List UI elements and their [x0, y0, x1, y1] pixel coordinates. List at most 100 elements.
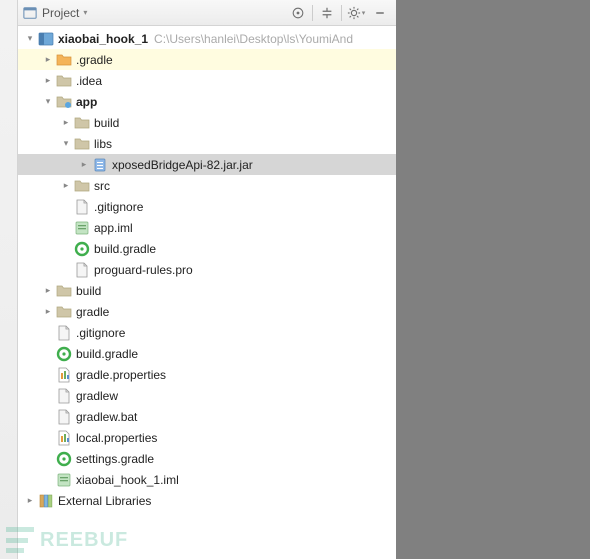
- tree-row[interactable]: ▸ gradle: [18, 301, 396, 322]
- panel-toolbar: Project ▾ ▾: [18, 0, 396, 26]
- tree-row[interactable]: ▸ build: [18, 112, 396, 133]
- editor-empty-area: [396, 0, 590, 559]
- tree-row[interactable]: ▸ build: [18, 280, 396, 301]
- tree-row[interactable]: gradlew: [18, 385, 396, 406]
- tree-item-label: gradlew: [76, 389, 118, 403]
- arrow-placeholder: [60, 201, 72, 213]
- jar-icon: [92, 157, 108, 173]
- arrow-placeholder: [42, 474, 54, 486]
- tree-row[interactable]: .gitignore: [18, 322, 396, 343]
- arrow-placeholder: [42, 327, 54, 339]
- tree-row[interactable]: proguard-rules.pro: [18, 259, 396, 280]
- props-icon: [56, 430, 72, 446]
- chevron-down-icon[interactable]: ▾: [42, 96, 54, 108]
- file-icon: [56, 388, 72, 404]
- props-icon: [56, 367, 72, 383]
- folder-orange-icon: [56, 52, 72, 68]
- toolbar-separator: [341, 5, 342, 21]
- chevron-down-icon[interactable]: ▾: [24, 33, 36, 45]
- tree-item-label: app.iml: [94, 221, 133, 235]
- folder-icon: [56, 73, 72, 89]
- project-tree[interactable]: ▾ xiaobai_hook_1 C:\Users\hanlei\Desktop\l…: [18, 26, 396, 559]
- arrow-placeholder: [42, 390, 54, 402]
- chevron-right-icon[interactable]: ▸: [42, 54, 54, 66]
- chevron-right-icon[interactable]: ▸: [42, 75, 54, 87]
- tree-row[interactable]: ▸ xposedBridgeApi-82.jar.jar: [18, 154, 396, 175]
- arrow-placeholder: [42, 453, 54, 465]
- iml-icon: [56, 472, 72, 488]
- folder-icon: [74, 178, 90, 194]
- module-icon: [38, 31, 54, 47]
- settings-button[interactable]: ▾: [344, 3, 368, 23]
- gradle-icon: [56, 346, 72, 362]
- tree-row[interactable]: build.gradle: [18, 238, 396, 259]
- tree-row[interactable]: ▸ .gradle: [18, 49, 396, 70]
- toolbar-separator: [312, 5, 313, 21]
- tree-row[interactable]: ▸ External Libraries: [18, 490, 396, 511]
- arrow-placeholder: [60, 222, 72, 234]
- left-tool-gutter[interactable]: [0, 0, 18, 559]
- tree-row[interactable]: ▸ .idea: [18, 70, 396, 91]
- chevron-right-icon[interactable]: ▸: [42, 285, 54, 297]
- tree-item-label: settings.gradle: [76, 452, 154, 466]
- tree-item-label: gradle.properties: [76, 368, 166, 382]
- chevron-right-icon[interactable]: ▸: [78, 159, 90, 171]
- tree-item-label: proguard-rules.pro: [94, 263, 193, 277]
- tree-row[interactable]: ▾ app: [18, 91, 396, 112]
- tree-item-label: xiaobai_hook_1: [58, 32, 148, 46]
- tree-item-label: local.properties: [76, 431, 157, 445]
- view-selector-label[interactable]: Project: [42, 6, 79, 20]
- chevron-right-icon[interactable]: ▸: [42, 306, 54, 318]
- chevron-down-icon[interactable]: ▾: [60, 138, 72, 150]
- tree-row[interactable]: ▾ libs: [18, 133, 396, 154]
- tree-row[interactable]: settings.gradle: [18, 448, 396, 469]
- chevron-right-icon[interactable]: ▸: [24, 495, 36, 507]
- folder-icon: [74, 136, 90, 152]
- tree-item-label: build.gradle: [76, 347, 138, 361]
- chevron-right-icon[interactable]: ▸: [60, 117, 72, 129]
- collapse-all-button[interactable]: [315, 3, 339, 23]
- tree-item-label: .gradle: [76, 53, 113, 67]
- folder-mod-icon: [56, 94, 72, 110]
- tree-item-label: xposedBridgeApi-82.jar.jar: [112, 158, 253, 172]
- tree-item-label: libs: [94, 137, 112, 151]
- tree-row[interactable]: .gitignore: [18, 196, 396, 217]
- arrow-placeholder: [60, 243, 72, 255]
- gradle-icon: [56, 451, 72, 467]
- tree-item-label: .gitignore: [76, 326, 125, 340]
- arrow-placeholder: [60, 264, 72, 276]
- tree-row[interactable]: ▾ xiaobai_hook_1 C:\Users\hanlei\Desktop\l…: [18, 28, 396, 49]
- project-view-icon: [22, 5, 38, 21]
- arrow-placeholder: [42, 432, 54, 444]
- project-panel: Project ▾ ▾ ▾ xiaobai_hook_1 C:\Users\hanl…: [18, 0, 396, 559]
- chevron-right-icon[interactable]: ▸: [60, 180, 72, 192]
- file-icon: [56, 409, 72, 425]
- view-selector-dropdown-icon[interactable]: ▾: [83, 8, 87, 17]
- tree-item-label: gradle: [76, 305, 109, 319]
- tree-item-label: build: [76, 284, 101, 298]
- tree-row[interactable]: xiaobai_hook_1.iml: [18, 469, 396, 490]
- tree-item-label: .idea: [76, 74, 102, 88]
- arrow-placeholder: [42, 348, 54, 360]
- arrow-placeholder: [42, 411, 54, 423]
- tree-item-label: app: [76, 95, 97, 109]
- tree-item-label: xiaobai_hook_1.iml: [76, 473, 179, 487]
- file-icon: [74, 199, 90, 215]
- tree-row[interactable]: build.gradle: [18, 343, 396, 364]
- scroll-to-source-button[interactable]: [286, 3, 310, 23]
- tree-item-path: C:\Users\hanlei\Desktop\ls\YoumiAnd: [154, 32, 353, 46]
- tree-item-label: build.gradle: [94, 242, 156, 256]
- tree-row[interactable]: ▸src: [18, 175, 396, 196]
- tree-row[interactable]: gradlew.bat: [18, 406, 396, 427]
- tree-row[interactable]: local.properties: [18, 427, 396, 448]
- tree-row[interactable]: gradle.properties: [18, 364, 396, 385]
- folder-icon: [56, 304, 72, 320]
- tree-row[interactable]: app.iml: [18, 217, 396, 238]
- iml-icon: [74, 220, 90, 236]
- hide-panel-button[interactable]: [368, 3, 392, 23]
- folder-icon: [56, 283, 72, 299]
- tree-item-label: build: [94, 116, 119, 130]
- file-icon: [56, 325, 72, 341]
- lib-icon: [38, 493, 54, 509]
- tree-item-label: External Libraries: [58, 494, 151, 508]
